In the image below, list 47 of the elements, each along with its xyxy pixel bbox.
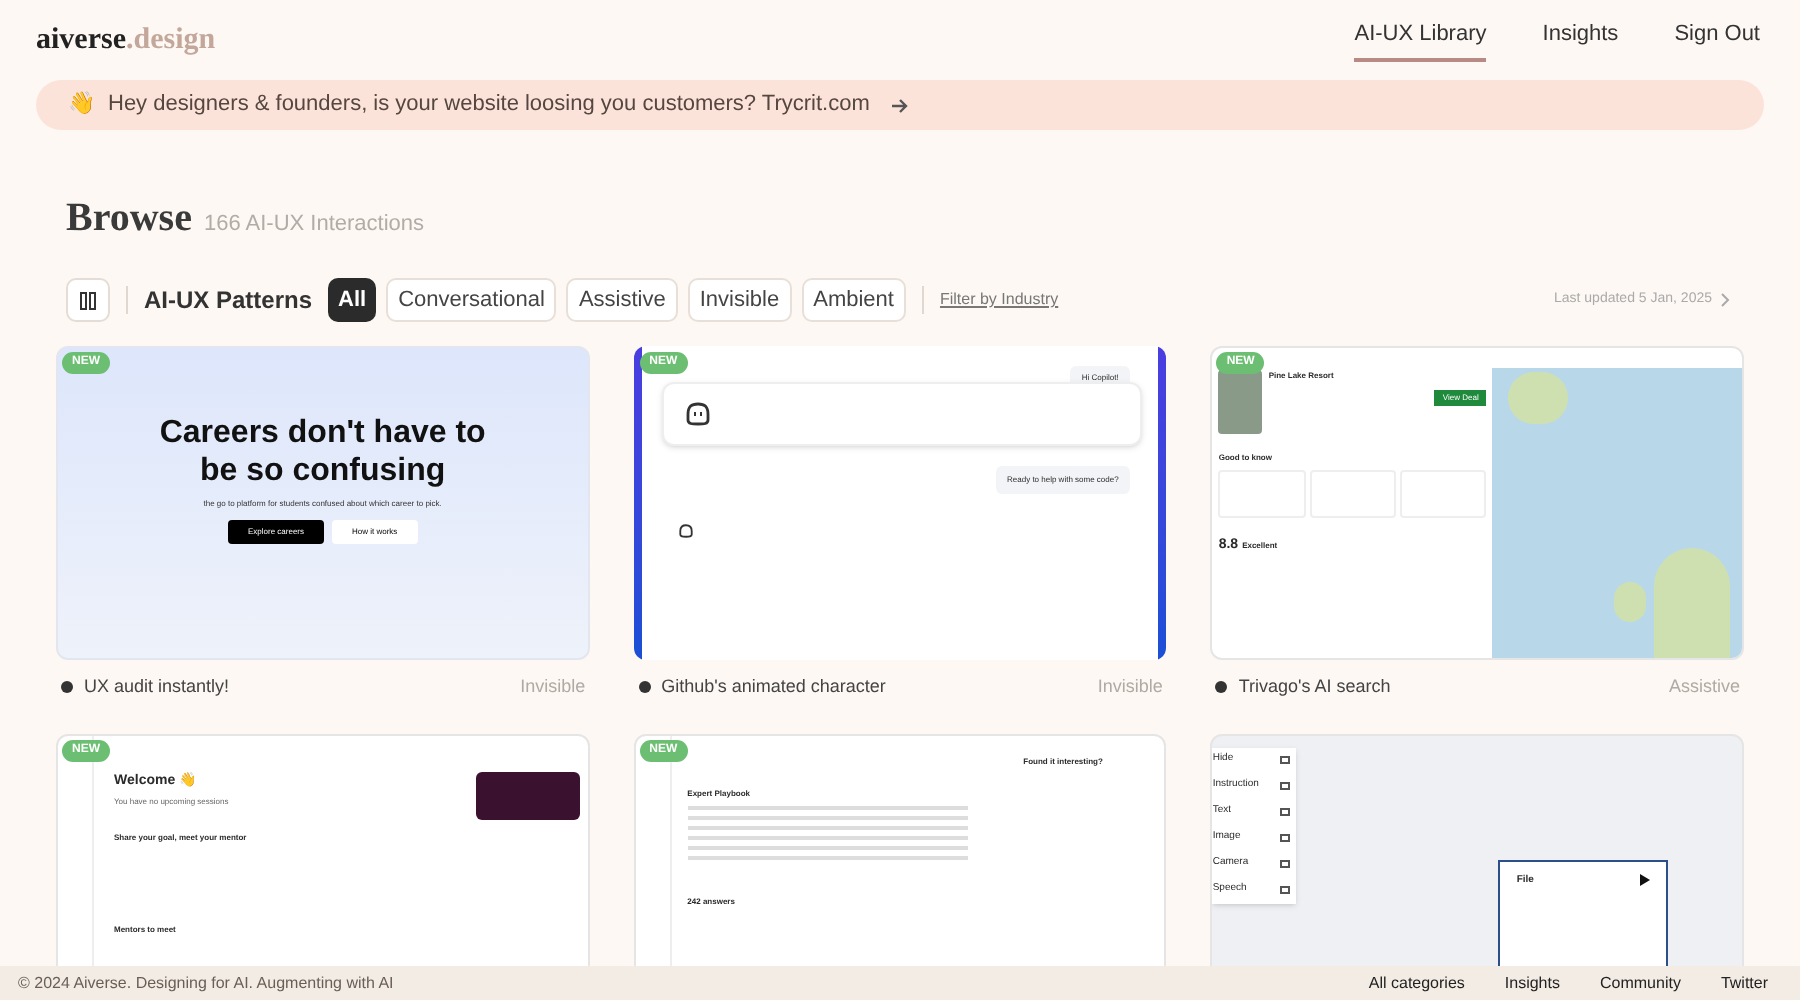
tool-icon [1280, 886, 1291, 894]
filter-label: AI-UX Patterns [144, 284, 313, 318]
nav-link[interactable]: AI-UX Library [1354, 18, 1487, 62]
app-logo-icon [1214, 680, 1229, 695]
card-title[interactable]: Trivago's AI search [1238, 674, 1391, 701]
category-label: Invisible [520, 674, 586, 700]
chevron-right-icon [1720, 292, 1730, 308]
promo-card [475, 771, 580, 819]
card-title[interactable]: UX audit instantly! [84, 674, 230, 701]
robot-icon [683, 402, 712, 426]
filter-industry-link[interactable]: Filter by Industry [939, 288, 1059, 312]
filter-chip[interactable]: Assistive [566, 278, 678, 322]
filter-chip[interactable]: Ambient [801, 278, 906, 322]
footer-link[interactable]: Insights [1504, 971, 1560, 995]
filter-chip[interactable]: Conversational [386, 278, 557, 322]
filter-chip[interactable]: Invisible [687, 278, 792, 322]
category-label: Assistive [1668, 674, 1740, 700]
robot-icon [677, 524, 694, 538]
waving-hand-emoji: 👋 [68, 89, 96, 121]
interaction-count: 166 AI-UX Interactions [203, 210, 425, 240]
banner-text: Hey designers & founders, is your website loosing you customers? Trycrit.com [108, 90, 870, 121]
photo-placeholder [1218, 370, 1263, 434]
tool-icon [1280, 782, 1291, 790]
tool-icon [1280, 808, 1291, 816]
promo-banner[interactable]: 👋 Hey designers & founders, is your website loosing you customers? Trycrit.com [36, 80, 1764, 130]
nav-link[interactable]: Insights [1542, 18, 1619, 62]
play-icon [1640, 873, 1651, 885]
footer-link[interactable]: Twitter [1720, 971, 1768, 995]
pause-button[interactable] [66, 278, 110, 322]
nav-link[interactable]: Sign Out [1674, 18, 1760, 62]
tool-icon [1280, 756, 1291, 764]
preview-headline: Careers don't have to be so confusing [157, 414, 488, 490]
filter-chip[interactable]: All [328, 278, 377, 322]
arrow-right-icon [889, 95, 910, 115]
tool-icon [1280, 860, 1291, 868]
footer-link[interactable]: Community [1599, 971, 1681, 995]
app-logo-icon [637, 680, 652, 695]
page-title: Browse [66, 194, 192, 244]
copyright-text: © 2024 Aiverse. Designing for AI. Augmenting with AI [18, 971, 394, 995]
pause-icon [80, 291, 96, 309]
tool-icon [1280, 834, 1291, 842]
category-label: Invisible [1097, 674, 1163, 700]
footer-link[interactable]: All categories [1368, 971, 1465, 995]
logo-suffix: .design [125, 21, 216, 60]
app-logo-icon [60, 680, 74, 695]
logo-text[interactable]: aiverse [36, 17, 126, 63]
card-title[interactable]: Github's animated character [661, 674, 886, 701]
